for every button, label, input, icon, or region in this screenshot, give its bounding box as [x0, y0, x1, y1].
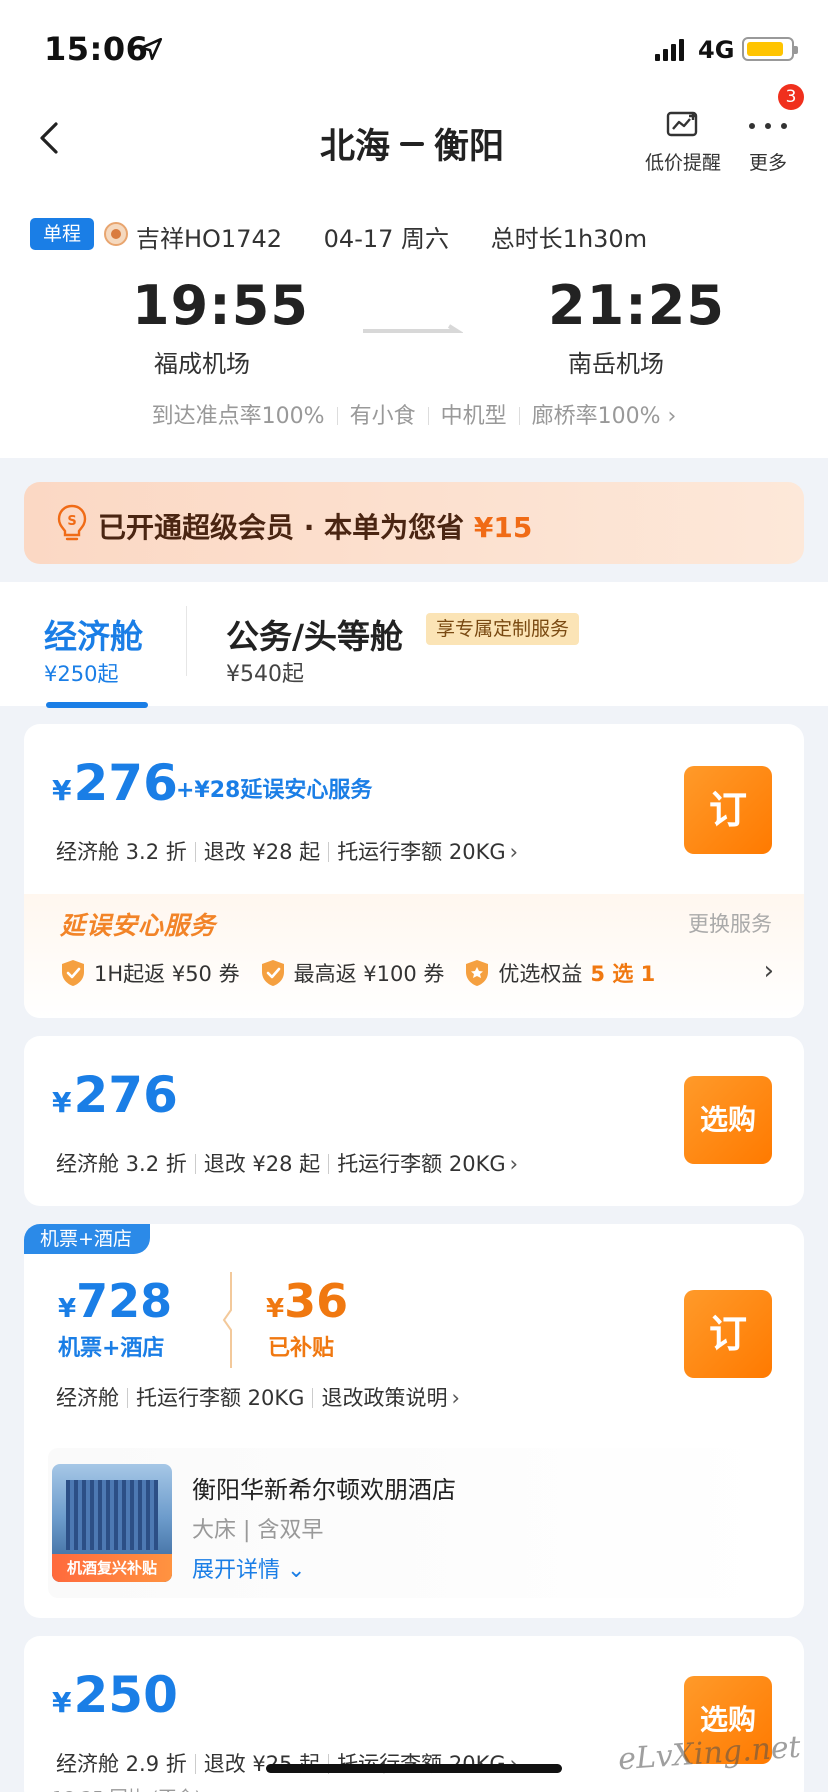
service-benefits: 1H起返 ¥50 券 最高返 ¥100 券 优选权益 5 选 1 [60, 958, 655, 988]
departure-airport: 福成机场 [154, 350, 250, 378]
more-label: 更多 [748, 152, 787, 174]
cabin-tabs: 经济舱 ¥250起 公务/头等舱 ¥540起 享专属定制服务 [0, 582, 828, 708]
shield-check-icon [261, 960, 284, 986]
chevron-right-icon: › [451, 1386, 460, 1410]
shield-star-icon [466, 960, 489, 986]
home-indicator[interactable] [266, 1764, 562, 1773]
status-time: 15:06 [44, 30, 149, 68]
network-type: 4G [698, 36, 735, 64]
tab-divider [186, 606, 187, 676]
origin-city: 北海 [320, 127, 391, 167]
feature-ontime: 到达准点率100% [151, 404, 325, 429]
route-arrow-icon [400, 141, 425, 146]
tab-economy-price: ¥250起 [44, 662, 119, 686]
delay-service-panel: 延误安心服务 更换服务 1H起返 ¥50 券 最高返 ¥100 券 优选权益 5 … [24, 894, 804, 1018]
tab-economy[interactable]: 经济舱 [44, 610, 143, 658]
chevron-right-icon: › [509, 1152, 519, 1176]
benefit-item: 1H起返 ¥50 券 [60, 958, 240, 988]
header-area: 15:06 4G 北海 衡阳 低价提醒 更多 3 单程 吉祥HO1742 04-… [0, 0, 828, 458]
tab-business-price: ¥540起 [226, 662, 304, 687]
chevron-right-icon: › [509, 840, 519, 864]
offer-card[interactable]: ¥276 经济舱 3.2 折退改 ¥28 起托运行李额 20KG › 选购 [24, 1036, 804, 1206]
airline-logo-icon [104, 222, 128, 246]
member-bulb-icon: S [57, 504, 87, 541]
flight-number: 吉祥HO1742 [136, 225, 283, 253]
feature-bridge: 廊桥率100% [531, 404, 661, 429]
member-saving: ¥15 [473, 511, 533, 544]
member-text: 已开通超级会员 · 本单为您省 ¥15 [98, 511, 533, 544]
route-title: 北海 衡阳 [320, 118, 504, 169]
offer-addon: +¥28延误安心服务 [176, 778, 373, 803]
more-button[interactable]: 更多 [740, 110, 796, 175]
flight-arrow-icon [363, 324, 463, 333]
expand-details-link[interactable]: 展开详情 ⌄ [192, 1552, 305, 1584]
offer-details[interactable]: 经济舱 托运行李额 20KG 退改政策说明 › [56, 1382, 460, 1412]
hotel-name: 衡阳华新希尔顿欢朋酒店 [192, 1476, 456, 1504]
departure-time: 19:55 [132, 274, 309, 337]
battery-icon [742, 37, 798, 61]
arrival-airport[interactable]: 南岳机场 [568, 344, 664, 379]
offer-price: ¥276 [52, 1066, 178, 1124]
chevron-down-icon: ⌄ [287, 1558, 306, 1583]
business-service-tag: 享专属定制服务 [426, 613, 580, 645]
hotel-image: 机酒复兴补贴 [52, 1464, 172, 1582]
flight-hotel-offer-card[interactable]: 机票+酒店 ¥728 机票+酒店 ¥36 已补贴 订 经济舱 托运行李额 20KG… [24, 1224, 804, 1618]
feature-aircraft: 中机型 [440, 404, 507, 429]
trip-type-tag: 单程 [30, 218, 94, 250]
tab-business[interactable]: 公务/头等舱 [226, 610, 403, 658]
price-alert-label: 低价提醒 [644, 152, 721, 174]
tab-active-indicator [46, 702, 148, 708]
benefit-item: 最高返 ¥100 券 [260, 958, 444, 988]
feature-snack: 有小食 [349, 404, 416, 429]
change-service-link[interactable]: 更换服务 [688, 908, 772, 938]
service-title: 延误安心服务 [60, 911, 217, 940]
flight-date: 04-17 周六 [323, 225, 450, 253]
hotel-room-type: 大床 | 含双早 [192, 1518, 324, 1543]
offer-details[interactable]: 经济舱 3.2 折退改 ¥28 起托运行李额 20KG › [56, 1148, 518, 1178]
offer-note: 18:25 回执 (不含) [52, 1784, 201, 1792]
more-dots-icon [749, 123, 787, 129]
subsidy-label: 已补贴 [268, 1336, 335, 1361]
cellular-signal-icon [655, 39, 684, 61]
arrival-time: 21:25 [548, 274, 725, 337]
offer-card[interactable]: ¥276 +¥28延误安心服务 经济舱 3.2 折退改 ¥28 起托运行李额 2… [24, 724, 804, 1018]
price-alert-icon [666, 111, 698, 137]
combo-price: ¥728 [58, 1274, 173, 1328]
back-icon[interactable] [34, 118, 66, 158]
shield-check-icon [62, 960, 84, 986]
benefit-item: 优选权益 5 选 1 [464, 958, 655, 988]
chevron-right-icon: › [660, 404, 677, 429]
select-buy-button[interactable]: 选购 [684, 1076, 772, 1164]
more-badge: 3 [778, 84, 804, 110]
flight-hotel-tag: 机票+酒店 [24, 1224, 150, 1254]
offer-price: ¥250 [52, 1666, 178, 1724]
offer-price: ¥276 [52, 754, 178, 812]
super-member-banner[interactable]: S 已开通超级会员 · 本单为您省 ¥15 [24, 482, 804, 564]
combo-price-label: 机票+酒店 [58, 1336, 165, 1361]
flight-duration: 总时长1h30m [490, 225, 648, 253]
flight-summary: 吉祥HO1742 04-17 周六 总时长1h30m [136, 219, 681, 254]
flight-features[interactable]: 到达准点率100% 有小食 中机型 廊桥率100% › [0, 398, 828, 430]
price-alert-button[interactable]: 低价提醒 [640, 110, 726, 175]
divider-chevron [222, 1272, 232, 1368]
svg-text:S: S [67, 514, 76, 529]
offer-details[interactable]: 经济舱 2.9 折退改 ¥25 起托运行李额 20KG› [56, 1748, 518, 1778]
destination-city: 衡阳 [434, 127, 505, 167]
hotel-info[interactable]: 机酒复兴补贴 衡阳华新希尔顿欢朋酒店 大床 | 含双早 展开详情 ⌄ [48, 1448, 780, 1598]
offer-details[interactable]: 经济舱 3.2 折退改 ¥28 起托运行李额 20KG › [56, 836, 518, 866]
book-button[interactable]: 订 [684, 766, 772, 854]
chevron-right-icon[interactable]: › [764, 956, 774, 986]
book-button[interactable]: 订 [684, 1290, 772, 1378]
subsidy-amount: ¥36 [266, 1274, 349, 1328]
location-arrow-icon [139, 37, 163, 61]
hotel-image-badge: 机酒复兴补贴 [52, 1554, 172, 1582]
